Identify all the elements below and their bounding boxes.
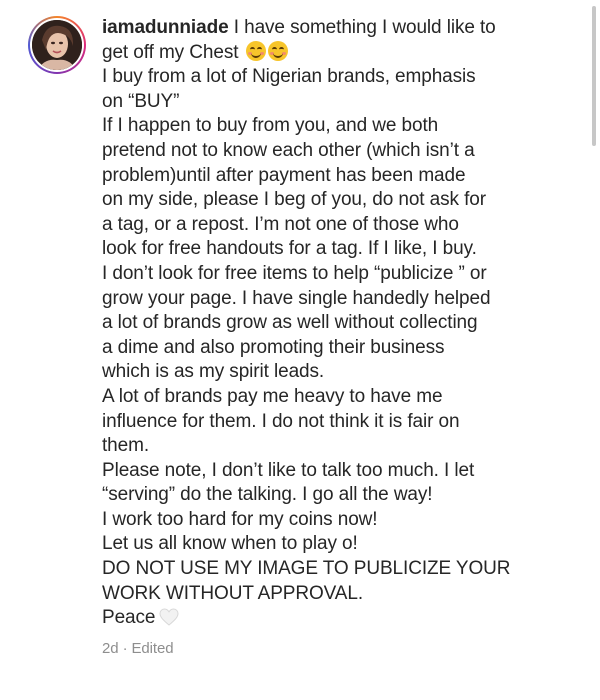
smiling-face-icon [245, 40, 266, 61]
caption-line: a tag, or a repost. I’m not one of those… [102, 213, 459, 235]
instagram-comment: iamadunniade I have something I would li… [0, 0, 600, 700]
caption-line: Let us all know when to play o! [102, 533, 358, 555]
timestamp[interactable]: 2d [102, 640, 119, 657]
caption-line: I don’t look for free items to help “pub… [102, 262, 487, 284]
caption-line: a lot of brands grow as well without col… [102, 312, 478, 334]
caption-line: Please note, I don’t like to talk too mu… [102, 459, 475, 481]
caption-line: which is as my spirit leads. [102, 361, 325, 383]
caption-line-2: get off my Chest [102, 40, 564, 66]
caption-line-1: iamadunniade I have something I would li… [102, 16, 564, 41]
caption-line: If I happen to buy from you, and we both [102, 115, 439, 137]
username[interactable]: iamadunniade [102, 17, 229, 38]
caption-line: pretend not to know each other (which is… [102, 139, 475, 161]
caption-line: a dime and also promoting their business [102, 336, 445, 358]
avatar-ring-inner [30, 18, 84, 72]
caption-line: on “BUY” [102, 90, 180, 112]
caption-line: “serving” do the talking. I go all the w… [102, 484, 433, 506]
smiling-face-icon [267, 40, 288, 61]
caption-line: I work too hard for my coins now! [102, 508, 378, 530]
profile-photo-graphic [32, 20, 82, 70]
caption-line-text: get off my Chest [102, 41, 239, 63]
scrollbar[interactable] [592, 6, 596, 146]
edited-label: Edited [131, 639, 174, 657]
caption-line: problem)until after payment has been mad… [102, 164, 466, 186]
caption-line: DO NOT USE MY IMAGE TO PUBLICIZE YOUR [102, 558, 511, 580]
caption-line: WORK WITHOUT APPROVAL. [102, 582, 364, 604]
profile-photo [32, 20, 82, 70]
white-heart-icon [159, 608, 179, 626]
comment-text: iamadunniade I have something I would li… [102, 16, 564, 659]
comment-meta: 2d · Edited [102, 639, 564, 659]
avatar[interactable] [28, 16, 86, 74]
caption-line-last: Peace [102, 606, 564, 631]
meta-separator: · [118, 639, 132, 657]
caption-line: influence for them. I do not think it is… [102, 410, 460, 432]
caption-line: on my side, please I beg of you, do not … [102, 189, 486, 211]
caption-line: grow your page. I have single handedly h… [102, 287, 491, 309]
caption-line: I buy from a lot of Nigerian brands, emp… [102, 66, 476, 88]
caption-line: them. [102, 435, 150, 457]
caption-line: look for free handouts for a tag. If I l… [102, 238, 477, 260]
caption-line: A lot of brands pay me heavy to have me [102, 385, 443, 407]
caption-line-text: Peace [102, 607, 156, 629]
caption-first-line-text: I have something I would like to [228, 17, 496, 38]
